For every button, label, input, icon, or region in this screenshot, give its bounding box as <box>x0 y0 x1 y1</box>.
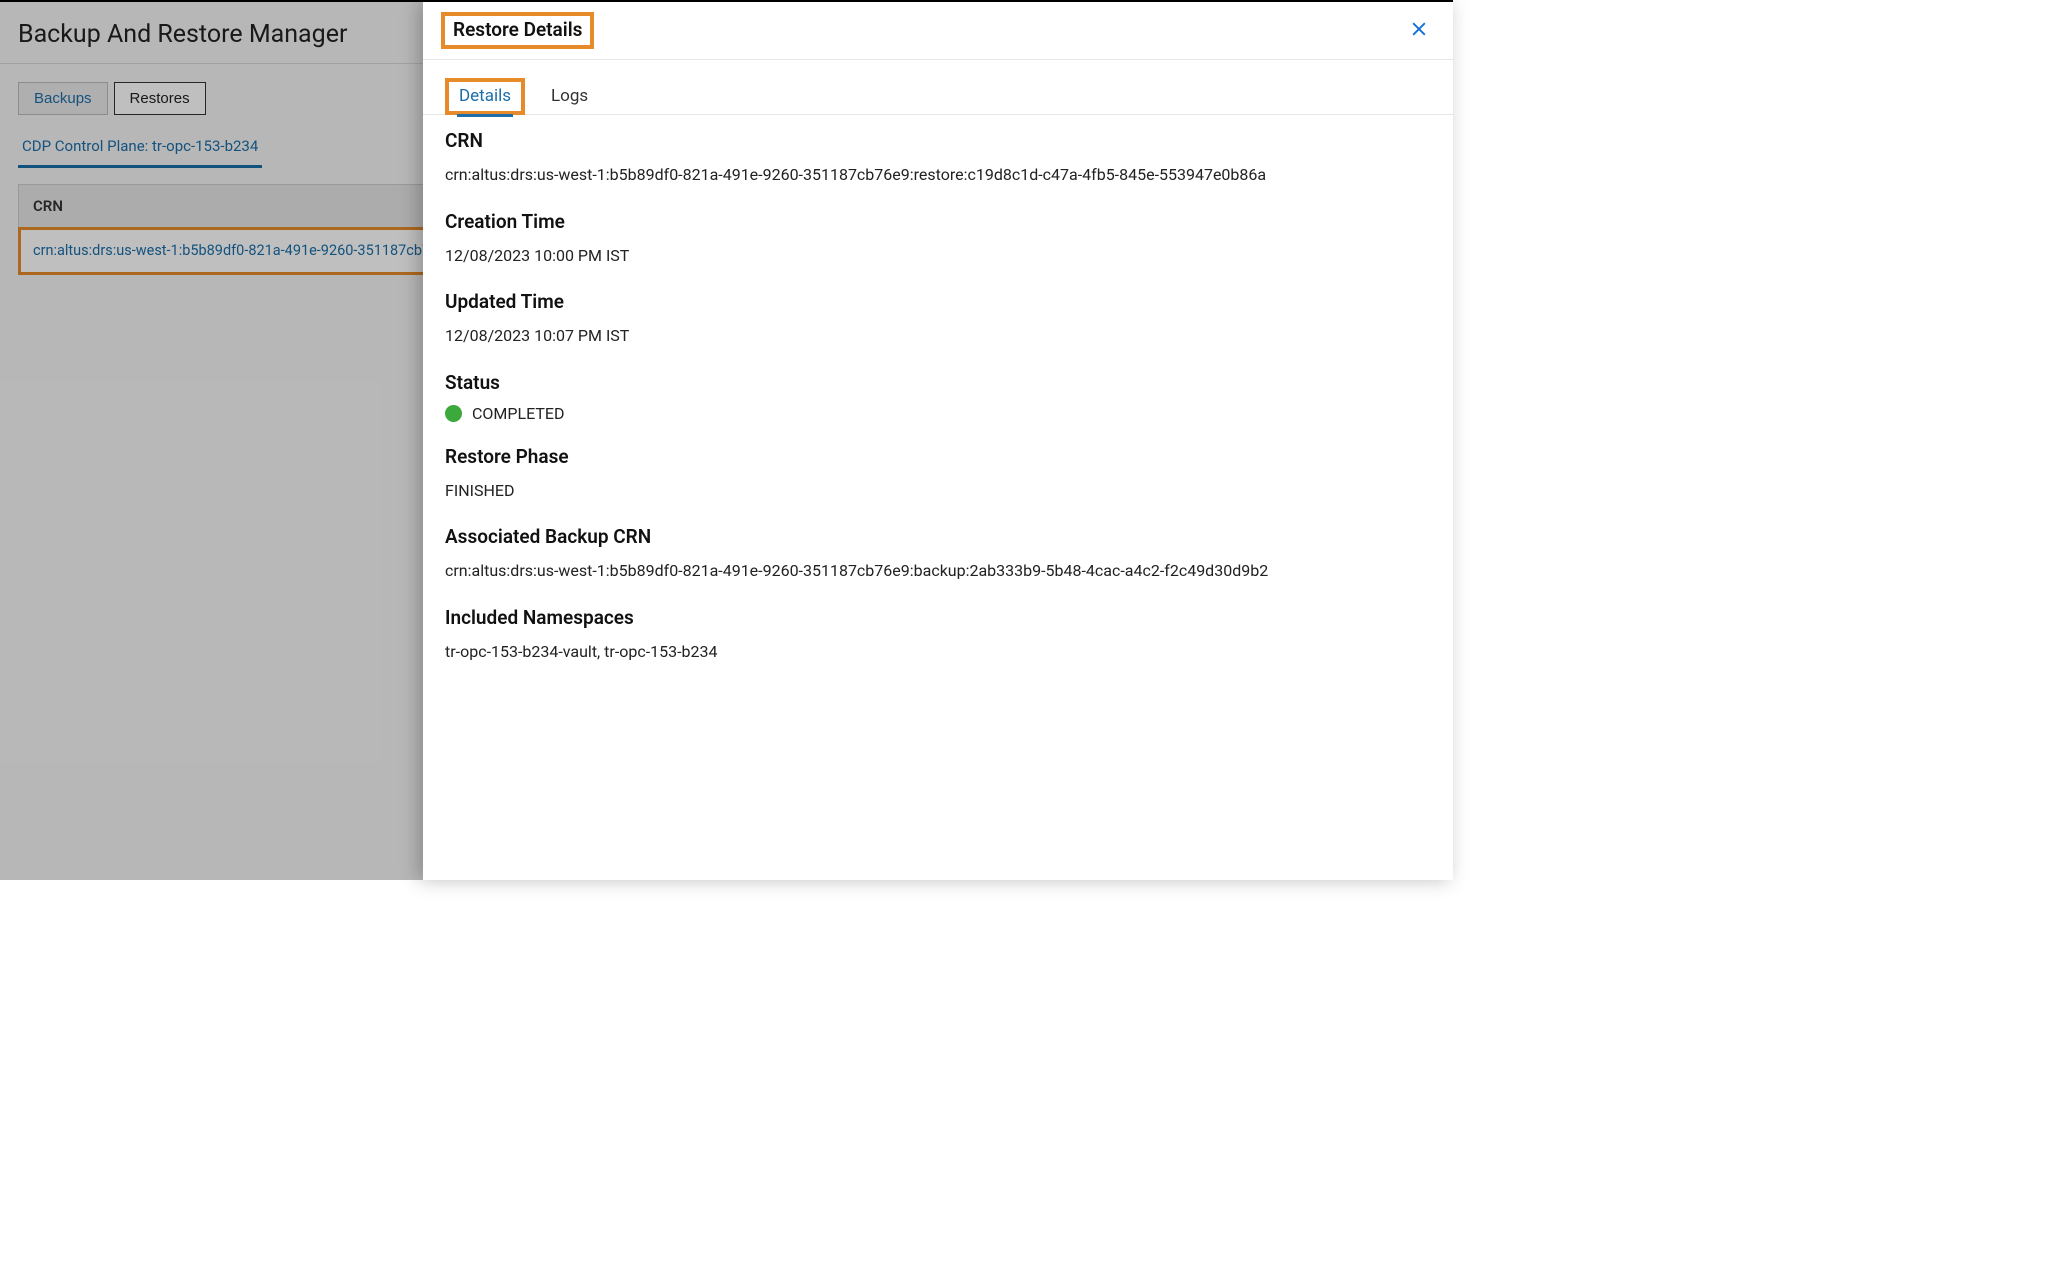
close-button[interactable] <box>1409 19 1429 43</box>
tab-logs[interactable]: Logs <box>549 78 590 114</box>
field-creation-value: 12/08/2023 10:00 PM IST <box>445 243 1431 269</box>
field-backup-crn: Associated Backup CRN crn:altus:drs:us-w… <box>445 525 1431 584</box>
field-creation-time: Creation Time 12/08/2023 10:00 PM IST <box>445 210 1431 269</box>
panel-header: Restore Details <box>423 2 1453 60</box>
field-backup-crn-label: Associated Backup CRN <box>445 525 1431 548</box>
field-namespaces-value: tr-opc-153-b234-vault, tr-opc-153-b234 <box>445 639 1431 665</box>
field-backup-crn-value: crn:altus:drs:us-west-1:b5b89df0-821a-49… <box>445 558 1431 584</box>
field-updated-time: Updated Time 12/08/2023 10:07 PM IST <box>445 290 1431 349</box>
tab-details[interactable]: Details <box>457 78 513 117</box>
field-crn-label: CRN <box>445 129 1431 152</box>
field-crn-value: crn:altus:drs:us-west-1:b5b89df0-821a-49… <box>445 162 1431 188</box>
field-phase-label: Restore Phase <box>445 445 1431 468</box>
field-phase-value: FINISHED <box>445 478 1431 504</box>
tab-details-highlight: Details <box>445 78 525 115</box>
field-status-label: Status <box>445 371 1431 394</box>
field-status: Status COMPLETED <box>445 371 1431 423</box>
field-status-value: COMPLETED <box>472 404 565 423</box>
field-restore-phase: Restore Phase FINISHED <box>445 445 1431 504</box>
status-dot-icon <box>445 405 462 422</box>
field-namespaces-label: Included Namespaces <box>445 606 1431 629</box>
field-updated-value: 12/08/2023 10:07 PM IST <box>445 323 1431 349</box>
panel-title: Restore Details <box>453 18 582 41</box>
restore-details-panel: Restore Details Details Logs CRN crn:alt… <box>423 2 1453 880</box>
field-crn: CRN crn:altus:drs:us-west-1:b5b89df0-821… <box>445 129 1431 188</box>
panel-tabs: Details Logs <box>423 78 1453 115</box>
status-row: COMPLETED <box>445 404 1431 423</box>
close-icon <box>1409 19 1429 39</box>
field-namespaces: Included Namespaces tr-opc-153-b234-vaul… <box>445 606 1431 665</box>
panel-title-highlight: Restore Details <box>441 12 594 49</box>
field-updated-label: Updated Time <box>445 290 1431 313</box>
field-creation-label: Creation Time <box>445 210 1431 233</box>
panel-content: CRN crn:altus:drs:us-west-1:b5b89df0-821… <box>423 115 1453 880</box>
